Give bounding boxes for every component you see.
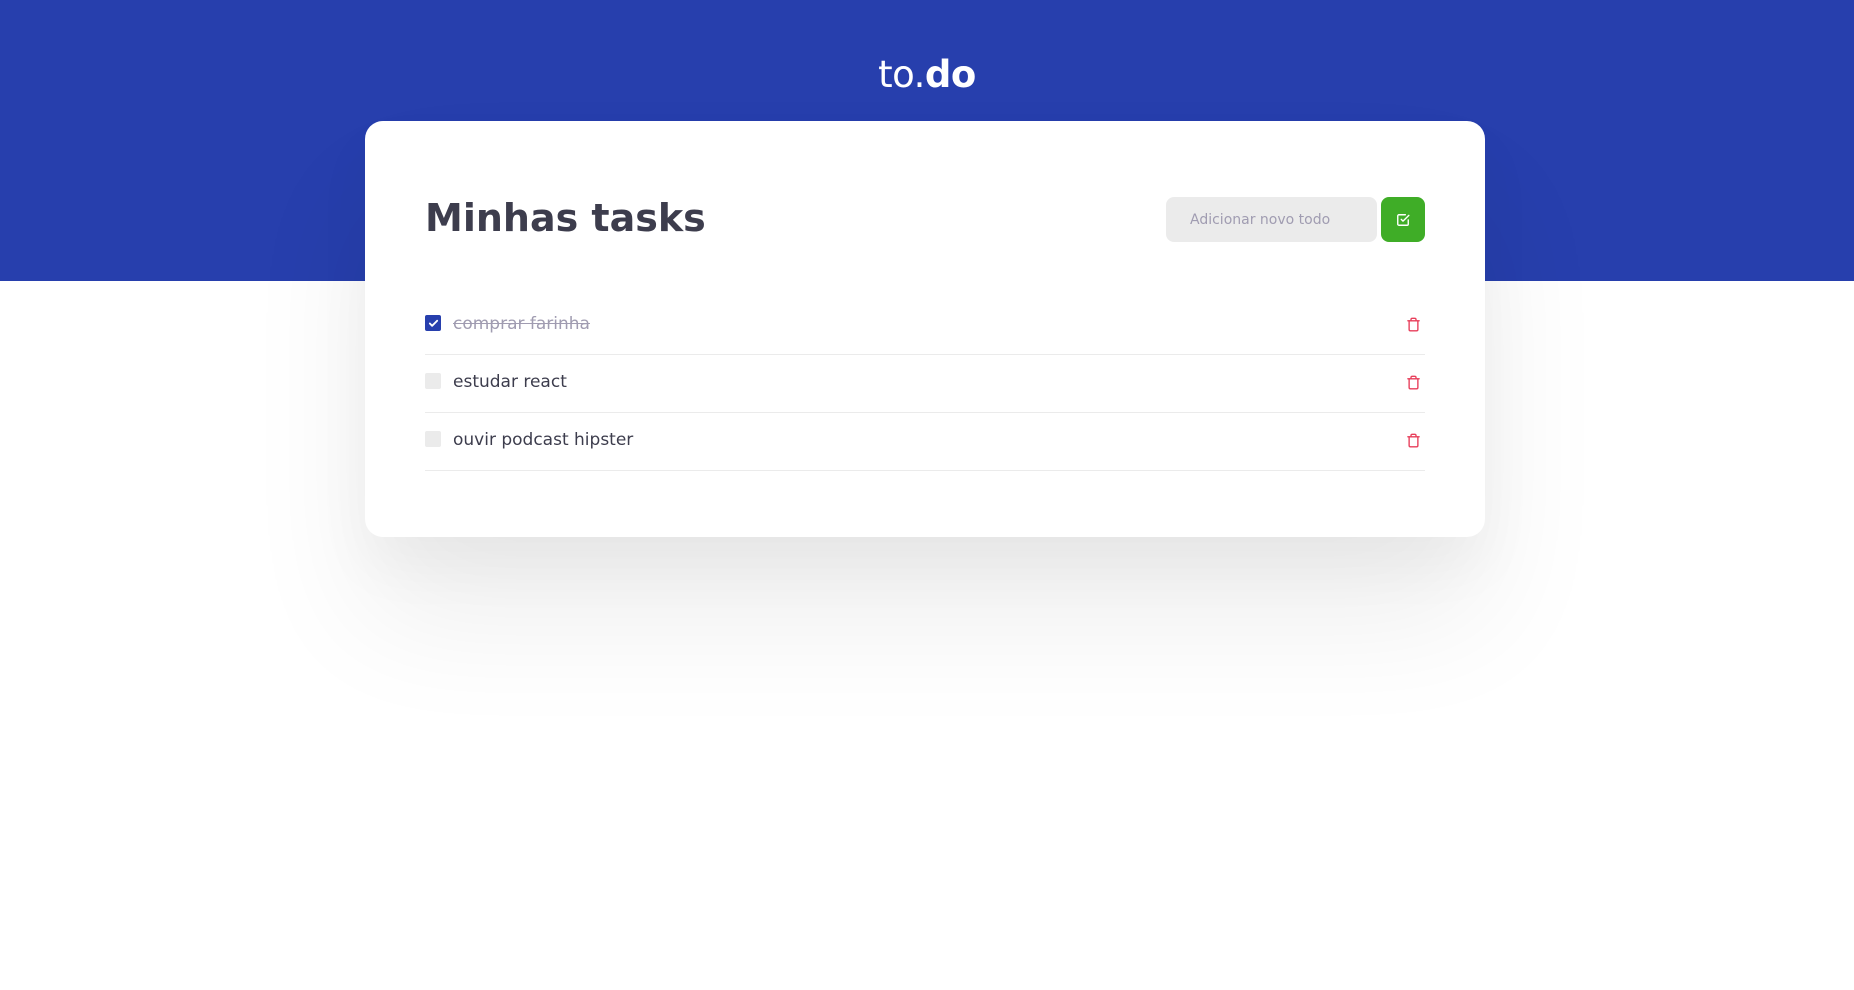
delete-task-button[interactable] — [1401, 312, 1425, 336]
page-title: Minhas tasks — [425, 196, 706, 240]
trash-icon — [1406, 317, 1421, 332]
tasks-card: Minhas tasks comprar farinha — [365, 121, 1485, 537]
trash-icon — [1406, 375, 1421, 390]
task-title: estudar react — [453, 372, 567, 392]
check-square-icon — [1396, 213, 1410, 227]
checkmark-icon — [428, 318, 439, 329]
new-todo-input[interactable] — [1166, 197, 1377, 242]
task-title: ouvir podcast hipster — [453, 430, 634, 450]
task-checkbox[interactable] — [425, 431, 441, 447]
delete-task-button[interactable] — [1401, 428, 1425, 452]
logo-prefix: to. — [878, 53, 925, 96]
task-title: comprar farinha — [453, 314, 590, 334]
task-list: comprar farinha estudar react ouvir podc… — [425, 297, 1425, 471]
add-todo-button[interactable] — [1381, 197, 1425, 242]
app-logo: to.do — [0, 50, 1854, 100]
task-checkbox[interactable] — [425, 373, 441, 389]
task-checkbox[interactable] — [425, 315, 441, 331]
task-item: comprar farinha — [425, 297, 1425, 355]
task-item: estudar react — [425, 355, 1425, 413]
task-item: ouvir podcast hipster — [425, 413, 1425, 471]
trash-icon — [1406, 433, 1421, 448]
delete-task-button[interactable] — [1401, 370, 1425, 394]
logo-bold: do — [924, 53, 976, 96]
